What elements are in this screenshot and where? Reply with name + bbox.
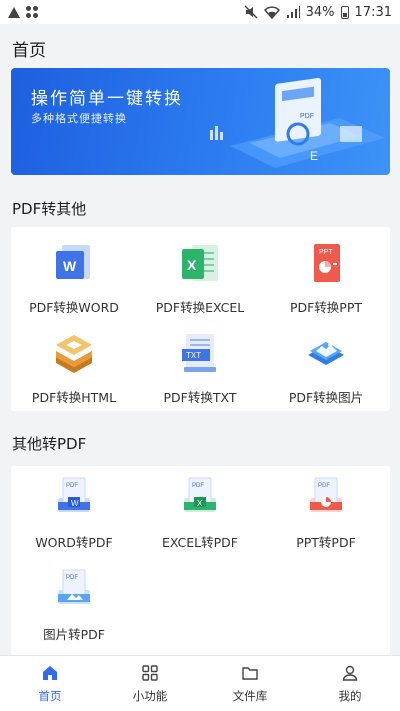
tile-label: EXCEL转PDF	[162, 535, 238, 550]
tile-pdf-to-html[interactable]: PDF转换HTML	[11, 331, 137, 406]
banner-title: 操作简单一键转换	[31, 89, 183, 109]
html-doc-icon	[52, 331, 96, 375]
warning-icon	[8, 6, 20, 18]
nav-item-me[interactable]: 我的	[300, 656, 400, 711]
battery-icon	[340, 5, 349, 19]
signal-icon	[286, 5, 300, 18]
ppt-to-pdf-icon: PDF	[304, 476, 348, 520]
tile-ppt-to-pdf[interactable]: PDF PPT转PDF	[263, 476, 389, 551]
tile-pdf-to-txt[interactable]: TXT PDF转换TXT	[137, 331, 263, 406]
grid-icon	[142, 665, 158, 681]
battery-percent: 34%	[305, 4, 335, 20]
tile-image-to-pdf[interactable]: PDF 图片转PDF	[11, 568, 137, 643]
app-notification-icon	[26, 6, 38, 18]
word-doc-icon: W	[52, 241, 96, 285]
banner-subtitle: 多种格式便捷转换	[31, 112, 127, 125]
home-icon	[43, 666, 57, 680]
pdf-icon-text: PDF	[66, 483, 78, 489]
tile-label: PPT转PDF	[296, 535, 356, 550]
nav-label: 首页	[38, 689, 62, 703]
bottom-nav: 首页 小功能 文件库 我的	[0, 655, 400, 711]
tile-pdf-to-image[interactable]: PDF转换图片	[263, 331, 389, 406]
tile-label: PDF转换EXCEL	[155, 300, 245, 315]
tile-label: PDF转换WORD	[29, 300, 119, 315]
pdf-icon-text: PDF	[192, 483, 204, 489]
image-doc-icon	[304, 331, 348, 375]
tile-label: WORD转PDF	[35, 535, 113, 550]
pdf-icon-text: PDF	[318, 483, 330, 489]
section-title-other-to-pdf: 其他转PDF	[12, 435, 87, 453]
status-bar: 34% 17:31	[0, 0, 400, 24]
tile-label: 图片转PDF	[43, 627, 105, 642]
word-icon-letter: W	[63, 258, 77, 274]
tile-pdf-to-excel[interactable]: X PDF转换EXCEL	[137, 241, 263, 316]
tile-label: PDF转换PPT	[289, 300, 363, 315]
excel-to-pdf-icon: PDF X	[178, 476, 222, 520]
tile-pdf-to-ppt[interactable]: PPT PDF转换PPT	[263, 241, 389, 316]
wifi-icon	[263, 5, 280, 19]
banner-pdf-label: PDF	[300, 113, 314, 120]
nav-item-files[interactable]: 文件库	[200, 656, 300, 711]
page-title: 首页	[12, 41, 46, 61]
pdf-icon-text: PDF	[66, 575, 78, 581]
user-icon	[342, 665, 358, 681]
clock: 17:31	[354, 4, 392, 20]
tile-label: PDF转换HTML	[31, 390, 117, 405]
image-to-pdf-icon: PDF	[52, 568, 96, 612]
banner-e-label: E	[310, 149, 318, 163]
pdf-to-other-card: W PDF转换WORD X PDF转换EXCEL PPT PDF转换PPT PD…	[11, 227, 390, 411]
word-icon-letter: W	[71, 499, 79, 508]
mute-icon	[244, 5, 258, 19]
nav-label: 我的	[338, 689, 362, 703]
txt-doc-icon: TXT	[178, 331, 222, 375]
banner-illustration: PDF W E	[210, 77, 385, 168]
folder-icon	[242, 667, 258, 680]
ppt-doc-icon: PPT	[304, 241, 348, 285]
excel-doc-icon: X	[178, 241, 222, 285]
txt-icon-text: TXT	[186, 351, 201, 360]
nav-item-home[interactable]: 首页	[0, 656, 100, 711]
nav-label: 小功能	[132, 689, 168, 703]
ppt-icon-text: PPT	[319, 249, 333, 256]
section-title-pdf-to-other: PDF转其他	[12, 200, 87, 218]
tile-word-to-pdf[interactable]: PDF W WORD转PDF	[11, 476, 137, 551]
other-to-pdf-card: PDF W WORD转PDF PDF X EXCEL转PDF PDF PPT转PDF…	[11, 466, 390, 656]
tile-label: PDF转换图片	[288, 390, 364, 405]
excel-icon-letter: X	[197, 499, 203, 508]
promo-banner[interactable]: 操作简单一键转换 多种格式便捷转换 PDF W E	[11, 68, 390, 175]
word-to-pdf-icon: PDF W	[52, 476, 96, 520]
tile-excel-to-pdf[interactable]: PDF X EXCEL转PDF	[137, 476, 263, 551]
excel-icon-letter: X	[187, 257, 197, 273]
nav-label: 文件库	[232, 689, 268, 703]
tile-label: PDF转换TXT	[163, 390, 237, 405]
tile-pdf-to-word[interactable]: W PDF转换WORD	[11, 241, 137, 316]
nav-item-tools[interactable]: 小功能	[100, 656, 200, 711]
